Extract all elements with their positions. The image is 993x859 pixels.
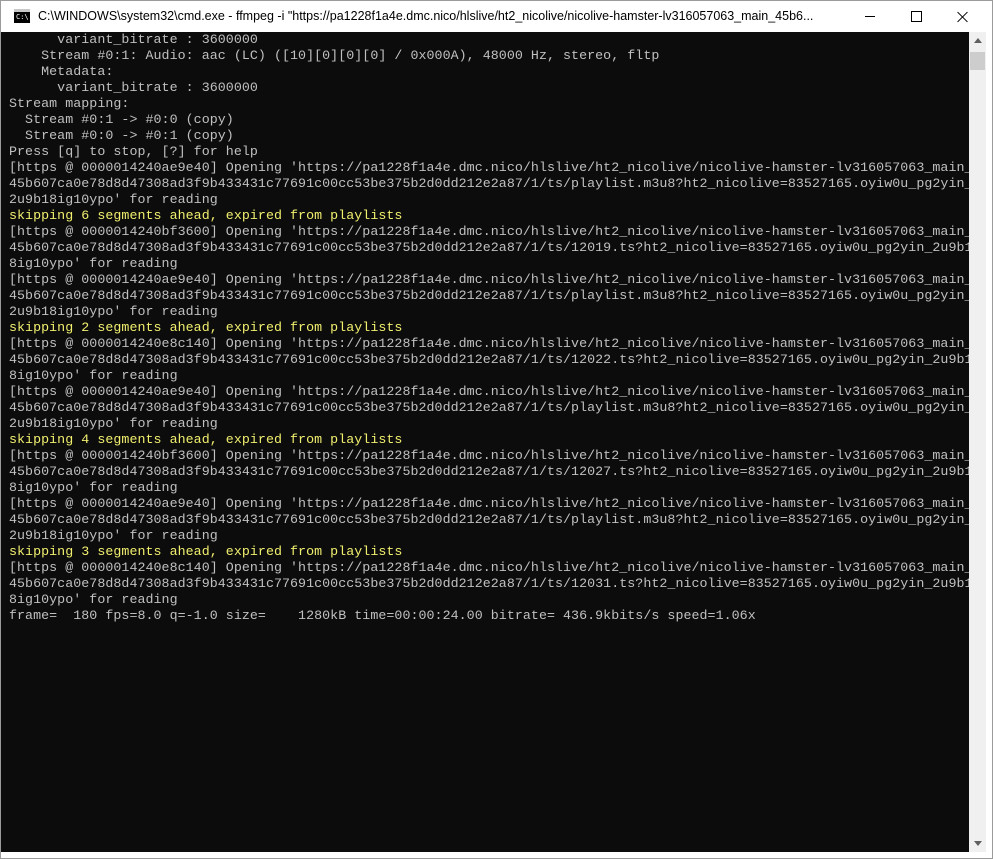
console-line: Stream mapping: <box>9 96 130 111</box>
console-line: 2u9b18ig10ypo' for reading <box>9 304 218 319</box>
console-line: 45b607ca0e78d8d47308ad3f9b433431c77691c0… <box>9 288 971 303</box>
console-lines: variant_bitrate : 3600000 Stream #0:1: A… <box>9 32 971 624</box>
console-line: 45b607ca0e78d8d47308ad3f9b433431c77691c0… <box>9 176 971 191</box>
arrow-down-icon <box>973 841 982 846</box>
console-output[interactable]: variant_bitrate : 3600000 Stream #0:1: A… <box>1 32 975 852</box>
console-line: Stream #0:0 -> #0:1 (copy) <box>9 128 234 143</box>
console-line: 2u9b18ig10ypo' for reading <box>9 192 218 207</box>
arrow-up-icon <box>973 38 982 43</box>
console-line: 45b607ca0e78d8d47308ad3f9b433431c77691c0… <box>9 400 971 415</box>
console-line: [https @ 0000014240bf3600] Opening 'http… <box>9 448 971 463</box>
app-icon-text: C:\ <box>16 13 29 21</box>
console-line: variant_bitrate : 3600000 <box>9 32 258 47</box>
console-line: Stream #0:1 -> #0:0 (copy) <box>9 112 234 127</box>
console-line: 45b607ca0e78d8d47308ad3f9b433431c77691c0… <box>9 464 971 479</box>
console-line: frame= 180 fps=8.0 q=-1.0 size= 1280kB t… <box>9 608 756 623</box>
title-bar[interactable]: C:\ C:\WINDOWS\system32\cmd.exe - ffmpeg… <box>1 1 992 32</box>
console-line: [https @ 0000014240e8c140] Opening 'http… <box>9 560 971 575</box>
close-button[interactable] <box>939 1 985 32</box>
console-line: 45b607ca0e78d8d47308ad3f9b433431c77691c0… <box>9 576 971 591</box>
maximize-button[interactable] <box>893 1 939 32</box>
console-line: [https @ 0000014240ae9e40] Opening 'http… <box>9 160 971 175</box>
console-line: 8ig10ypo' for reading <box>9 480 178 495</box>
console-line: 8ig10ypo' for reading <box>9 592 178 607</box>
console-line: Press [q] to stop, [?] for help <box>9 144 258 159</box>
console-line: Stream #0:1: Audio: aac (LC) ([10][0][0]… <box>9 48 660 63</box>
console-line: [https @ 0000014240ae9e40] Opening 'http… <box>9 496 971 511</box>
console-line: Metadata: <box>9 64 114 79</box>
minimize-icon <box>865 16 875 17</box>
scroll-up-button[interactable] <box>969 32 986 49</box>
console-line: 8ig10ypo' for reading <box>9 368 178 383</box>
maximize-icon <box>910 11 922 22</box>
console-line: 8ig10ypo' for reading <box>9 256 178 271</box>
console-line: [https @ 0000014240ae9e40] Opening 'http… <box>9 384 971 399</box>
window-title: C:\WINDOWS\system32\cmd.exe - ffmpeg -i … <box>38 9 814 23</box>
console-line: 45b607ca0e78d8d47308ad3f9b433431c77691c0… <box>9 352 971 367</box>
vertical-scrollbar[interactable] <box>969 32 986 852</box>
scroll-down-button[interactable] <box>969 835 986 852</box>
console-line: [https @ 0000014240bf3600] Opening 'http… <box>9 224 971 239</box>
minimize-button[interactable] <box>847 1 893 32</box>
console-line: 2u9b18ig10ypo' for reading <box>9 528 218 543</box>
close-icon <box>956 11 968 23</box>
scrollbar-thumb[interactable] <box>970 52 985 70</box>
console-warning-line: skipping 2 segments ahead, expired from … <box>9 320 403 335</box>
console-line: [https @ 0000014240e8c140] Opening 'http… <box>9 336 971 351</box>
cmd-window: C:\ C:\WINDOWS\system32\cmd.exe - ffmpeg… <box>0 0 993 859</box>
console-line: 45b607ca0e78d8d47308ad3f9b433431c77691c0… <box>9 512 971 527</box>
console-line: 2u9b18ig10ypo' for reading <box>9 416 218 431</box>
console-line: [https @ 0000014240ae9e40] Opening 'http… <box>9 272 971 287</box>
console-line: variant_bitrate : 3600000 <box>9 80 258 95</box>
cmd-app-icon[interactable]: C:\ <box>14 9 30 23</box>
console-line: 45b607ca0e78d8d47308ad3f9b433431c77691c0… <box>9 240 971 255</box>
window-bottom-border <box>1 852 992 858</box>
console-warning-line: skipping 4 segments ahead, expired from … <box>9 432 403 447</box>
console-warning-line: skipping 3 segments ahead, expired from … <box>9 544 403 559</box>
console-warning-line: skipping 6 segments ahead, expired from … <box>9 208 403 223</box>
